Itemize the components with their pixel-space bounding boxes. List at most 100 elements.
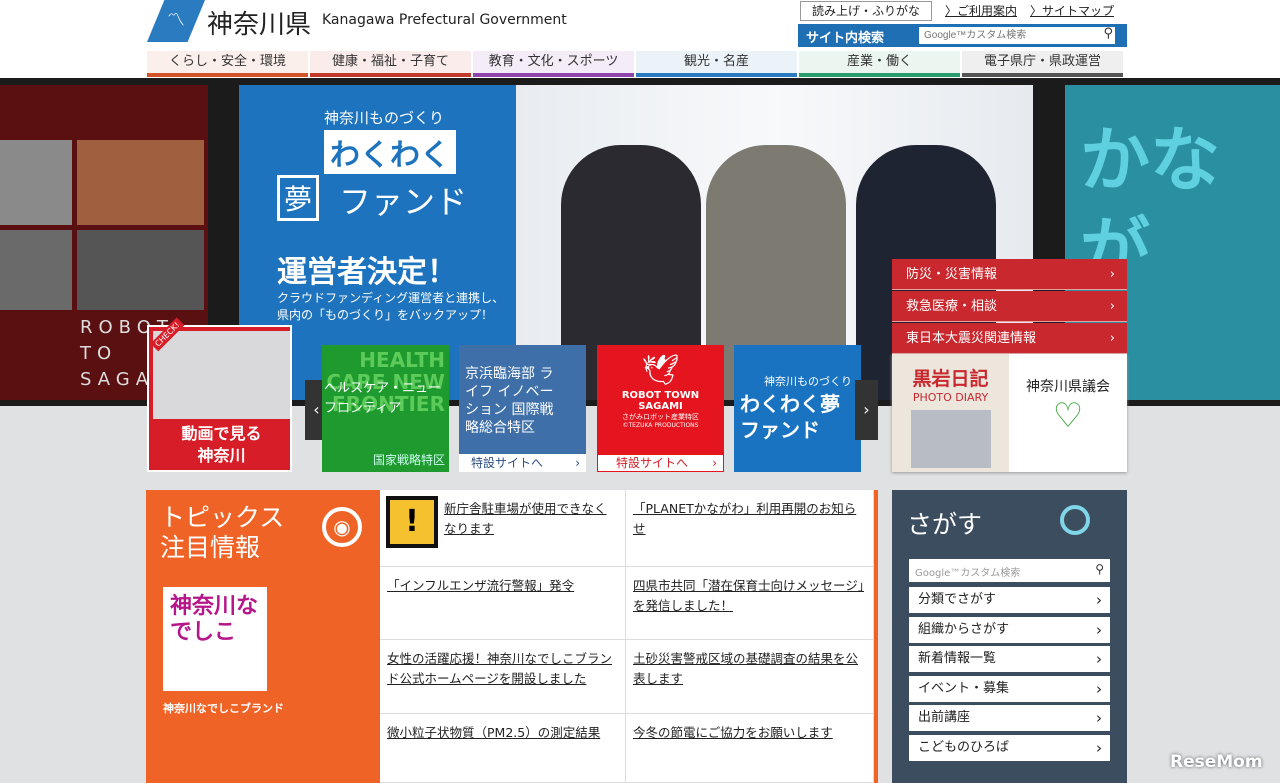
- nav-tab[interactable]: くらし・安全・環境: [147, 51, 308, 77]
- thumb-en: ROBOT TOWN SAGAMI: [621, 390, 700, 412]
- assembly-link[interactable]: 神奈川県議会 ♡: [1009, 354, 1127, 472]
- logo-title[interactable]: 神奈川県: [207, 4, 311, 41]
- topic-link[interactable]: 新庁舎駐車場が使用できなくなります: [444, 501, 607, 536]
- topic-item: 女性の活躍応援！神奈川なでしこブランド公式ホームページを開設しました: [380, 640, 626, 714]
- topic-link[interactable]: 女性の活躍応援！神奈川なでしこブランド公式ホームページを開設しました: [387, 651, 612, 686]
- chevron-right-icon: ›: [1096, 679, 1102, 698]
- logo-subtitle[interactable]: Kanagawa Prefectural Government: [322, 12, 567, 28]
- rss-broadcast-icon: ◉: [322, 507, 362, 547]
- banner-title: わくわく: [324, 130, 456, 174]
- thumb-foot: 特設サイトへ: [616, 456, 689, 470]
- site-search: サイト内検索 ⚲: [798, 24, 1127, 47]
- topic-item: ! 新庁舎駐車場が使用できなくなります: [380, 490, 626, 567]
- thumb-kicker: 神奈川ものづくり: [764, 375, 852, 388]
- chevron-right-icon: ›: [1096, 709, 1102, 728]
- chevron-right-icon: ›: [1096, 739, 1102, 757]
- sitemap-link[interactable]: 〉サイトマップ: [1030, 2, 1114, 19]
- menu-label: 東日本大震災関連情報: [906, 331, 1037, 346]
- nav-tab[interactable]: 健康・福祉・子育て: [310, 51, 471, 77]
- banner-fund: ファンド: [339, 183, 468, 221]
- governor-photo: [910, 410, 991, 468]
- chevron-right-icon: ›: [1096, 591, 1102, 609]
- nav-tab[interactable]: 観光・名産: [636, 51, 797, 77]
- topic-link[interactable]: 微小粒子状物質（PM2.5）の測定結果: [387, 725, 600, 740]
- watermark: ReseMom: [1170, 752, 1263, 772]
- menu-label: 救急医療・相談: [906, 299, 998, 314]
- banner-yume: 夢: [277, 175, 320, 221]
- topic-item: 「インフルエンザ流行警報」発令: [380, 567, 626, 640]
- search-input[interactable]: [919, 27, 1115, 44]
- search-category-link[interactable]: こどものひろば ›: [909, 735, 1110, 761]
- topics-title-2: 注目情報: [160, 533, 261, 562]
- topic-item: 微小粒子状物質（PM2.5）の測定結果: [380, 714, 626, 783]
- emergency-menu-item[interactable]: 救急医療・相談 ›: [892, 291, 1127, 322]
- link-label: 組織からさがす: [918, 621, 1010, 637]
- search-category-link[interactable]: 組織からさがす ›: [909, 616, 1110, 643]
- nav-tab[interactable]: 電子県庁・県政運営: [962, 51, 1123, 77]
- special-site-link[interactable]: 特設サイトへ ›: [459, 454, 586, 472]
- link-label: 新着情報一覧: [918, 651, 997, 667]
- link-label: イベント・募集: [918, 680, 1010, 696]
- search-icon[interactable]: ⚲: [1095, 562, 1104, 576]
- magnifier-icon: [1060, 505, 1090, 535]
- thumb-wakuwaku[interactable]: 神奈川ものづくり わくわく夢ファンド: [734, 345, 861, 472]
- topic-link[interactable]: 四県市共同「潜在保育士向けメッセージ」を発信しました！: [633, 578, 864, 613]
- topic-link[interactable]: 土砂災害警戒区域の基礎調査の結果を公表します: [633, 651, 858, 686]
- topic-item: 四県市共同「潜在保育士向けメッセージ」を発信しました！: [626, 567, 874, 640]
- panel-search-input[interactable]: Google™カスタム検索 ⚲: [909, 559, 1110, 582]
- topic-link[interactable]: 「インフルエンザ流行警報」発令: [387, 578, 574, 593]
- check-label: 動画で見る神奈川: [181, 424, 262, 465]
- emergency-menu-item[interactable]: 防災・災害情報 ›: [892, 259, 1127, 290]
- topic-item: 今冬の節電にご協力をお願いします: [626, 714, 874, 783]
- link-label: 分類でさがす: [918, 592, 997, 607]
- diary-link[interactable]: 黒岩日記 PHOTO DIARY: [892, 354, 1009, 472]
- sitemap-label: サイトマップ: [1042, 4, 1115, 18]
- link-label: こどものひろば: [918, 740, 1010, 755]
- diary-subtitle: PHOTO DIARY: [912, 391, 989, 404]
- topic-link[interactable]: 「PLANETかながわ」利用再開のお知らせ: [633, 501, 856, 536]
- special-site-link[interactable]: 特設サイトへ ›: [597, 454, 724, 472]
- bird-logo-icon: 🕊: [641, 353, 680, 388]
- emergency-menu-item[interactable]: 東日本大震災関連情報 ›: [892, 323, 1127, 354]
- nav-tab[interactable]: 教育・文化・スポーツ: [473, 51, 634, 77]
- nav-tab[interactable]: 産業・働く: [799, 51, 960, 77]
- banner-headline: 運営者決定！: [277, 255, 457, 290]
- thumb-title: わくわく夢ファンド: [740, 392, 840, 442]
- chevron-right-icon: ›: [1109, 331, 1115, 346]
- guide-label: ご利用案内: [957, 4, 1018, 18]
- topics-grid: ! 新庁舎駐車場が使用できなくなります 「PLANETかながわ」利用再開のお知らせ「…: [380, 490, 874, 783]
- topics-title-1: トピックス: [160, 503, 285, 532]
- read-aloud-button[interactable]: 読み上げ・ふりがな: [800, 1, 932, 21]
- banner-kicker: 神奈川ものづくり: [324, 109, 445, 127]
- topics-title: トピックス 注目情報: [160, 503, 284, 563]
- search-category-link[interactable]: 出前講座 ›: [909, 705, 1110, 732]
- search-category-link[interactable]: 分類でさがす ›: [909, 587, 1110, 613]
- video-check-tile[interactable]: CHECK! 動画で見る神奈川: [147, 317, 292, 472]
- nadeshiko-logo[interactable]: 神奈川なでしこ: [163, 587, 267, 691]
- thumb-keihin[interactable]: 京浜臨海部 ライフ イノベーション 国際戦略総合特区 特設サイトへ ›: [459, 345, 586, 472]
- search-category-link[interactable]: イベント・募集 ›: [909, 675, 1110, 702]
- thumb-foot: 特設サイトへ: [471, 456, 544, 470]
- thumb-title: さがみロボット産業特区: [622, 413, 699, 421]
- search-panel-title: さがす: [907, 510, 983, 539]
- thumb-credit: ©TEZUKA PRODUCTIONS: [622, 422, 699, 429]
- topic-item: 土砂災害警戒区域の基礎調査の結果を公表します: [626, 640, 874, 714]
- chevron-right-icon: ›: [1096, 650, 1102, 669]
- diary-title: 黒岩日記: [912, 368, 989, 390]
- search-category-link[interactable]: 新着情報一覧 ›: [909, 646, 1110, 673]
- link-label: 出前講座: [918, 710, 971, 726]
- banner-subtext: クラウドファンディング運営者と連携し、県内の「ものづくり」をバックアップ！: [277, 291, 505, 322]
- topic-link[interactable]: 今冬の節電にご協力をお願いします: [633, 725, 833, 740]
- assembly-label: 神奈川県議会: [1026, 379, 1110, 395]
- chevron-right-icon: ›: [1096, 620, 1102, 639]
- guide-link[interactable]: 〉ご利用案内: [945, 2, 1017, 19]
- search-icon[interactable]: ⚲: [1103, 26, 1113, 41]
- carousel-next-button[interactable]: ›: [855, 380, 878, 440]
- nadeshiko-label[interactable]: 神奈川なでしこブランド: [163, 700, 284, 716]
- topic-item: 「PLANETかながわ」利用再開のお知らせ: [626, 490, 874, 567]
- thumb-health-care[interactable]: HEALTH CARE NEW FRONTIER ヘルスケア・ニューフロンティア…: [322, 345, 449, 472]
- diary-panel: 黒岩日記 PHOTO DIARY 神奈川県議会 ♡: [892, 354, 1127, 472]
- chevron-right-icon: ›: [1109, 267, 1115, 282]
- menu-label: 防災・災害情報: [906, 267, 998, 282]
- thumb-robot-town[interactable]: 🕊 ROBOT TOWN SAGAMI さがみロボット産業特区 ©TEZUKA …: [597, 345, 724, 472]
